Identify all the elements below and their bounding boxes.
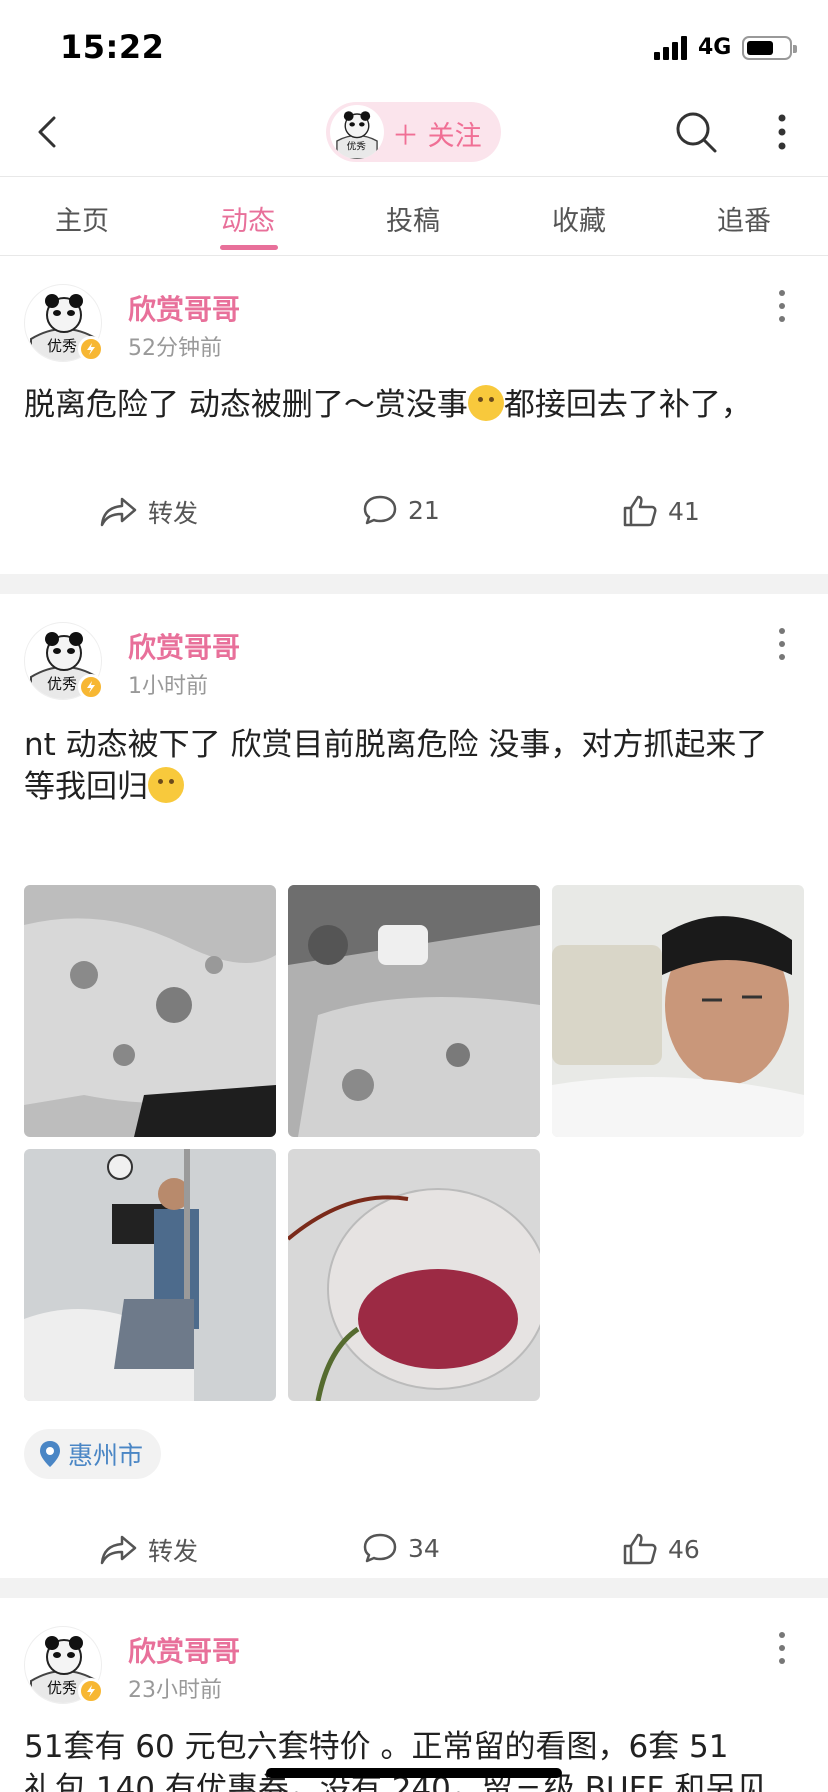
- comment-count: 21: [408, 495, 440, 525]
- post-card: 优秀 欣赏哥哥 23小时前 51套有 60 元包六套特价 。正常留的看图，6套 …: [0, 1598, 828, 1792]
- cat-emoji-icon: [467, 385, 504, 421]
- author-name[interactable]: 欣赏哥哥: [128, 288, 240, 328]
- post-photo[interactable]: [24, 885, 276, 1137]
- post-text: 脱离危险了 动态被删了～赏没事 都接回去了补了，: [24, 384, 804, 426]
- post-photo[interactable]: [552, 885, 804, 1137]
- more-icon[interactable]: [770, 286, 794, 326]
- post-time: 1小时前: [128, 674, 208, 699]
- like-button[interactable]: 41: [622, 494, 700, 528]
- comment-count: 34: [408, 1533, 440, 1563]
- post-photo[interactable]: [288, 885, 540, 1137]
- more-icon[interactable]: [770, 624, 794, 664]
- tab-home[interactable]: 主页: [32, 199, 132, 238]
- share-icon: [100, 1535, 137, 1565]
- post-text-line: 51套有 60 元包六套特价 。正常留的看图，6套 51: [24, 1729, 729, 1765]
- comment-button[interactable]: 21: [362, 494, 440, 526]
- repost-button[interactable]: 转发: [100, 494, 198, 530]
- author-name[interactable]: 欣赏哥哥: [128, 1630, 240, 1670]
- thumbs-up-icon: [623, 495, 657, 527]
- tab-favorites[interactable]: 收藏: [529, 199, 629, 238]
- battery-icon: [742, 36, 797, 60]
- verified-badge-icon: [78, 336, 104, 362]
- location-label: 惠州市: [68, 1441, 144, 1470]
- post-time: 52分钟前: [128, 336, 222, 361]
- thumbs-up-icon: [623, 1533, 657, 1565]
- avatar: 优秀: [330, 105, 384, 159]
- svg-text:优秀: 优秀: [47, 675, 77, 693]
- post-card: 优秀 欣赏哥哥 1小时前 nt 动态被下了 欣赏目前脱离危险 没事，对方抓起来了…: [0, 594, 828, 1578]
- home-indicator[interactable]: [266, 1768, 562, 1778]
- repost-label: 转发: [148, 1537, 199, 1566]
- post-separator: [0, 574, 828, 594]
- post-actions: 转发 34 46: [0, 1522, 828, 1582]
- comment-button[interactable]: 34: [362, 1532, 440, 1564]
- share-icon: [100, 497, 137, 527]
- post-text-line: nt 动态被下了 欣赏目前脱离危险 没事，对方抓起来了: [24, 727, 768, 763]
- like-count: 41: [668, 496, 700, 526]
- like-button[interactable]: 46: [622, 1532, 700, 1566]
- tab-dynamics[interactable]: 动态: [198, 199, 298, 238]
- repost-label: 转发: [148, 499, 199, 528]
- more-icon[interactable]: [770, 1628, 794, 1668]
- post-text-part: 都接回去了补了，: [503, 387, 752, 423]
- verified-badge-icon: [78, 674, 104, 700]
- search-icon[interactable]: [674, 110, 718, 154]
- post-text: 51套有 60 元包六套特价 。正常留的看图，6套 51 礼包 140 有优惠券…: [24, 1726, 804, 1792]
- nav-header: 优秀 ＋ 关注: [0, 96, 828, 176]
- svg-text:优秀: 优秀: [347, 139, 367, 152]
- tab-submissions[interactable]: 投稿: [363, 199, 463, 238]
- post-text-part: 脱离危险了 动态被删了～赏没事: [24, 387, 468, 423]
- post-photo[interactable]: [24, 1149, 276, 1401]
- like-count: 46: [668, 1534, 700, 1564]
- back-icon[interactable]: [28, 112, 68, 152]
- location-tag[interactable]: 惠州市: [24, 1429, 162, 1479]
- comment-icon: [363, 1533, 397, 1563]
- author-name[interactable]: 欣赏哥哥: [128, 626, 240, 666]
- location-pin-icon: [40, 1441, 60, 1467]
- post-text-line: 等我回归: [24, 769, 148, 805]
- follow-label: ＋ 关注: [392, 121, 482, 152]
- post-actions: 转发 21 41: [0, 484, 828, 544]
- tab-following-anime[interactable]: 追番: [694, 199, 794, 238]
- svg-text:优秀: 优秀: [47, 1679, 77, 1697]
- svg-text:优秀: 优秀: [47, 337, 77, 355]
- post-card: 优秀 欣赏哥哥 52分钟前 脱离危险了 动态被删了～赏没事 都接回去了补了， 转发…: [0, 256, 828, 574]
- repost-button[interactable]: 转发: [100, 1532, 198, 1568]
- tab-indicator: [220, 245, 278, 250]
- verified-badge-icon: [78, 1678, 104, 1704]
- status-bar: 15:22 4G: [0, 0, 828, 96]
- network-type: 4G: [698, 35, 732, 60]
- status-time: 15:22: [60, 28, 165, 66]
- post-text: nt 动态被下了 欣赏目前脱离危险 没事，对方抓起来了 等我回归: [24, 724, 804, 808]
- profile-tabs: 主页 动态 投稿 收藏 追番: [0, 176, 828, 256]
- more-icon[interactable]: [770, 112, 794, 152]
- comment-icon: [363, 495, 397, 525]
- post-time: 23小时前: [128, 1678, 222, 1703]
- thinking-emoji-icon: [148, 767, 184, 803]
- follow-button[interactable]: 优秀 ＋ 关注: [326, 102, 501, 162]
- post-photo[interactable]: [288, 1149, 540, 1401]
- signal-icon: [654, 36, 688, 60]
- post-separator: [0, 1578, 828, 1598]
